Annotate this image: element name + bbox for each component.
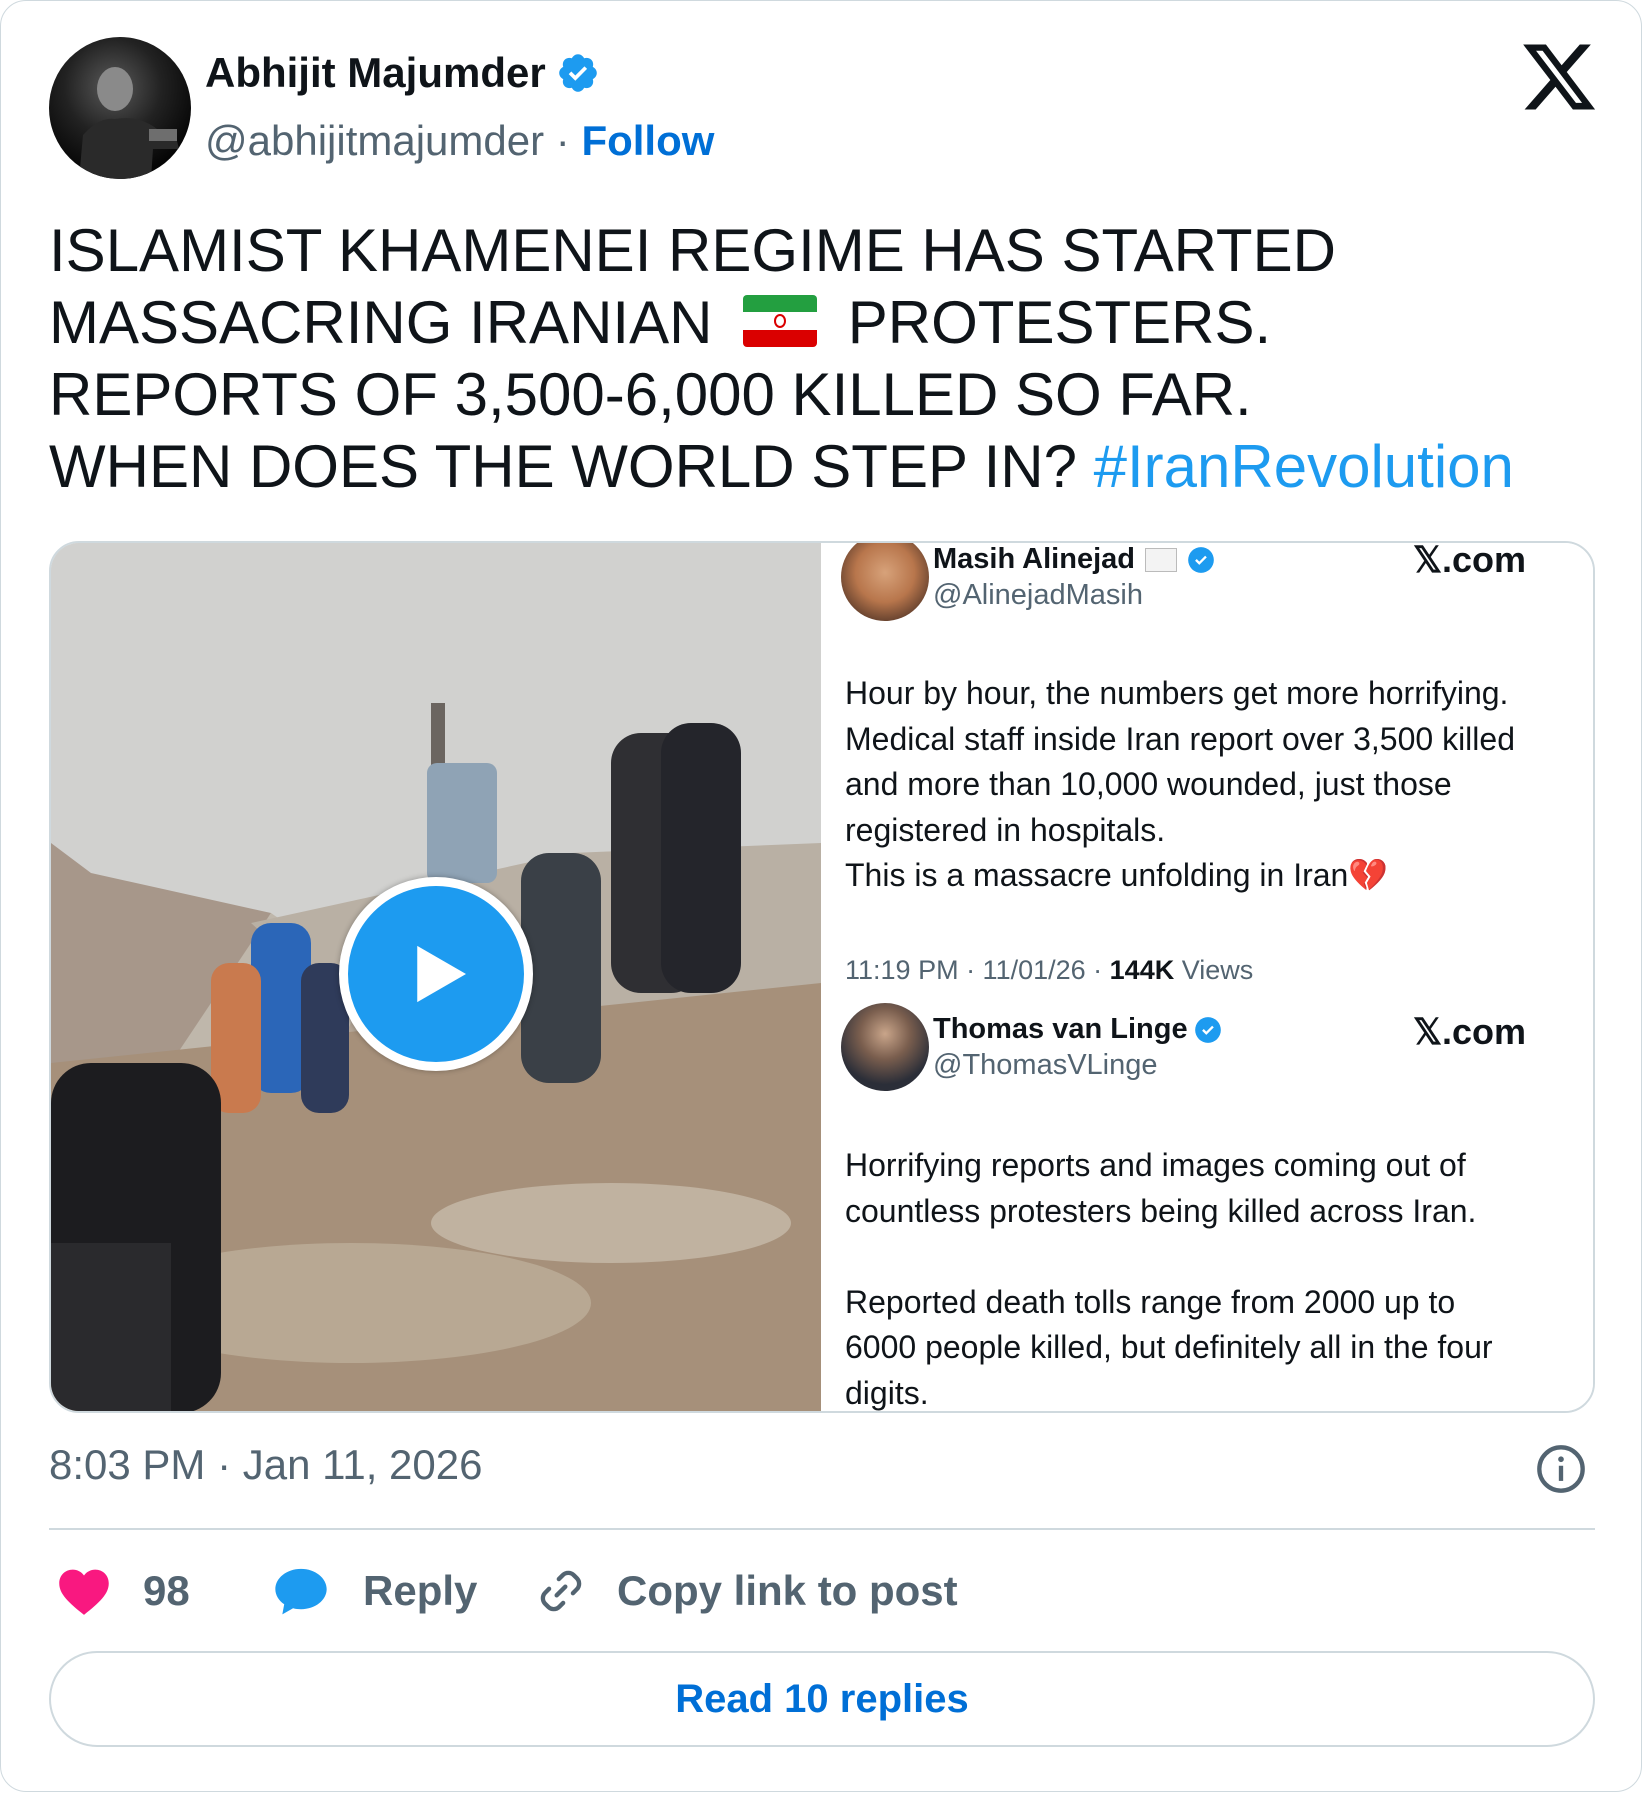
post-line-3: REPORTS OF 3,500-6,000 KILLED SO FAR.: [49, 361, 1252, 428]
post-text: ISLAMIST KHAMENEI REGIME HAS STARTED MAS…: [49, 215, 1589, 503]
quote1-text: Hour by hour, the numbers get more horri…: [845, 675, 1515, 893]
post-line-1: ISLAMIST KHAMENEI REGIME HAS STARTED: [49, 217, 1336, 284]
quote2-handle: @ThomasVLinge: [933, 1049, 1158, 1081]
copy-link-label: Copy link to post: [617, 1567, 958, 1614]
reply-label: Reply: [363, 1567, 478, 1614]
author-name-row[interactable]: Abhijit Majumder: [205, 49, 600, 97]
x-logo-icon[interactable]: [1519, 37, 1599, 117]
quote2-text: Horrifying reports and images coming out…: [845, 1147, 1493, 1411]
white-flag-icon: [1144, 547, 1177, 572]
author-name[interactable]: Abhijit Majumder: [205, 49, 546, 97]
verified-badge-icon: [558, 54, 597, 92]
play-button[interactable]: [339, 877, 533, 1071]
post-timestamp[interactable]: 8:03 PM · Jan 11, 2026: [49, 1441, 483, 1489]
heart-icon: [59, 1569, 109, 1615]
quote2-source: 𝕏.com: [1413, 1011, 1527, 1052]
quote1-source: 𝕏.com: [1413, 541, 1527, 580]
quote1-avatar: [841, 543, 929, 621]
author-handle-row: @abhijitmajumder · Follow: [205, 117, 714, 165]
like-button[interactable]: 98: [57, 1561, 190, 1621]
post-line-4: WHEN DOES THE WORLD STEP IN? #IranRevolu…: [49, 433, 1514, 500]
read-replies-label: Read 10 replies: [675, 1676, 969, 1721]
handle-separator: ·: [555, 117, 570, 164]
embedded-post-card: Abhijit Majumder @abhijitmajumder · Foll…: [0, 0, 1642, 1792]
quote1-name: Masih Alinejad: [933, 543, 1135, 575]
follow-button[interactable]: Follow: [581, 117, 714, 164]
quoted-tweets-screenshot: Masih Alinejad @AlinejadMasih 𝕏.com Hour…: [821, 541, 1593, 1411]
play-icon: [417, 945, 466, 1003]
author-handle[interactable]: @abhijitmajumder: [205, 117, 544, 164]
read-replies-button[interactable]: Read 10 replies: [49, 1651, 1595, 1747]
quote1-meta: 11:19 PM · 11/01/26 · 144K Views: [845, 955, 1254, 985]
copy-link-button[interactable]: Copy link to post: [535, 1561, 958, 1621]
quote1-name-row: Masih Alinejad: [933, 543, 1215, 576]
author-avatar[interactable]: [49, 37, 191, 179]
like-count: 98: [143, 1567, 190, 1614]
reply-bubble-icon: [275, 1568, 327, 1615]
quote1-verified-icon: [1188, 546, 1214, 573]
quote2-name-row: Thomas van Linge: [933, 1013, 1222, 1046]
quote2-verified-icon: [1194, 1016, 1221, 1043]
post-line-2: MASSACRING IRANIAN PROTESTERS.: [49, 289, 1272, 356]
quote2-avatar: [841, 1003, 929, 1091]
reply-button[interactable]: Reply: [273, 1561, 477, 1621]
iran-flag-icon: [743, 295, 818, 347]
media-attachment[interactable]: Masih Alinejad @AlinejadMasih 𝕏.com Hour…: [49, 541, 1595, 1413]
quote1-views-count: 144K: [1109, 955, 1175, 985]
hashtag-link[interactable]: #IranRevolution: [1094, 433, 1514, 500]
info-icon[interactable]: [1535, 1443, 1587, 1495]
quote2-name: Thomas van Linge: [933, 1013, 1188, 1045]
quote1-handle: @AlinejadMasih: [933, 579, 1143, 611]
video-thumbnail[interactable]: [51, 543, 821, 1411]
link-icon: [540, 1570, 582, 1612]
divider: [49, 1528, 1595, 1530]
